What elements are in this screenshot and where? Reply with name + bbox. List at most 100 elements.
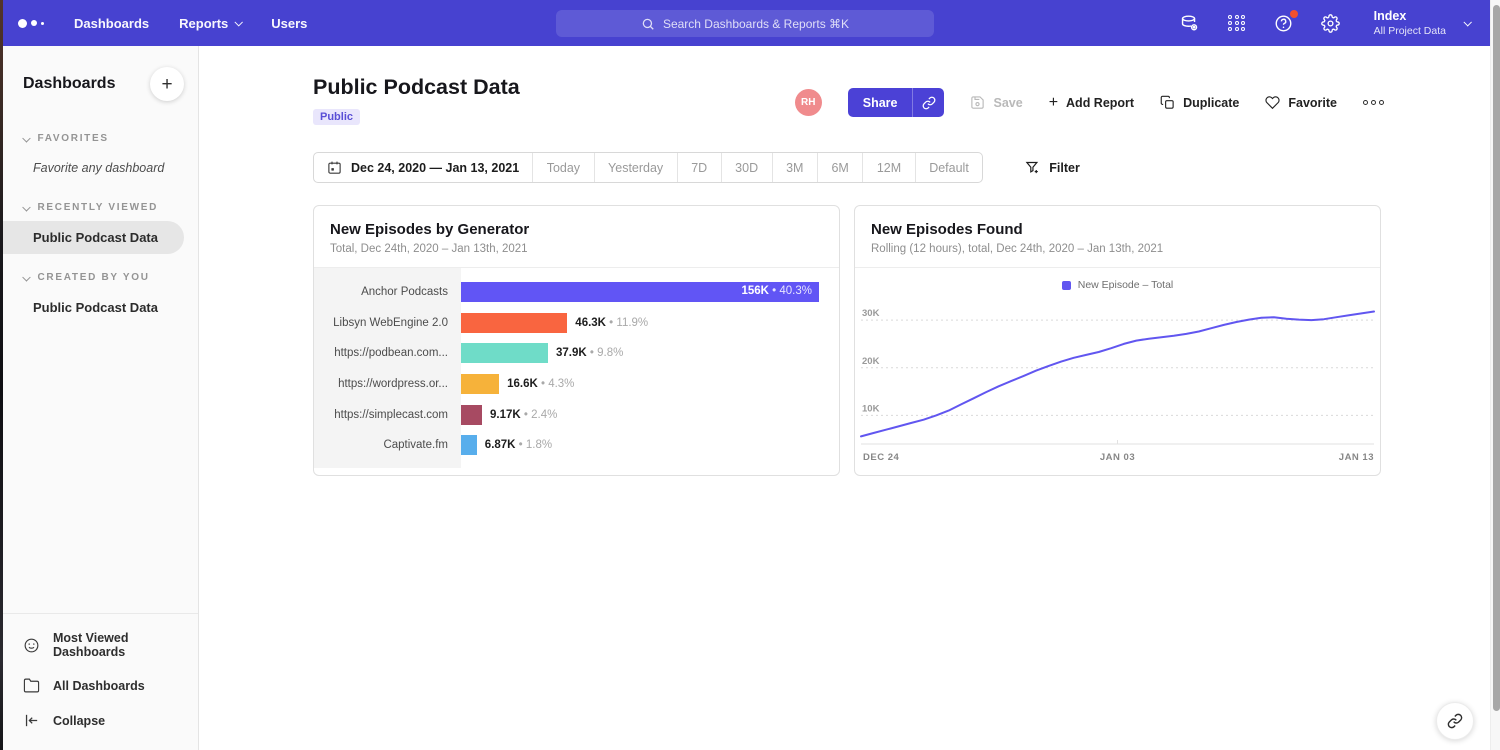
search-icon bbox=[641, 17, 655, 31]
public-badge: Public bbox=[313, 109, 360, 125]
line-chart-card: New Episodes Found Rolling (12 hours), t… bbox=[854, 205, 1381, 476]
chart-legend: New Episode – Total bbox=[859, 274, 1376, 296]
avatar[interactable]: RH bbox=[795, 89, 822, 116]
bar-value-label: 156K • 40.3% bbox=[741, 285, 812, 297]
date-preset-12m[interactable]: 12M bbox=[862, 153, 914, 182]
save-button[interactable]: Save bbox=[970, 95, 1022, 110]
new-dashboard-button[interactable]: + bbox=[150, 67, 184, 101]
share-button[interactable]: Share bbox=[848, 88, 914, 117]
favorites-empty-hint: Favorite any dashboard bbox=[3, 152, 198, 184]
more-options-button[interactable] bbox=[1363, 100, 1384, 105]
svg-text:20K: 20K bbox=[862, 356, 880, 367]
chevron-down-icon bbox=[23, 134, 31, 142]
duplicate-button[interactable]: Duplicate bbox=[1160, 95, 1239, 110]
apps-grid-icon[interactable] bbox=[1227, 13, 1247, 33]
smiley-icon bbox=[23, 637, 40, 654]
svg-text:10K: 10K bbox=[862, 403, 880, 414]
section-created-by-you[interactable]: CREATED BY YOU bbox=[3, 264, 198, 291]
nav-item-users[interactable]: Users bbox=[271, 16, 307, 31]
bar-value-label: 16.6K • 4.3% bbox=[507, 378, 574, 390]
footer-item-label: Most Viewed Dashboards bbox=[53, 631, 178, 659]
bar[interactable] bbox=[461, 343, 548, 363]
plus-icon: + bbox=[1049, 94, 1058, 112]
favorite-label: Favorite bbox=[1288, 96, 1337, 110]
save-icon bbox=[970, 95, 985, 110]
nav-item-label: Dashboards bbox=[74, 16, 149, 31]
date-range-button[interactable]: Dec 24, 2020 — Jan 13, 2021 bbox=[314, 153, 532, 182]
sidebar: Dashboards + FAVORITES Favorite any dash… bbox=[0, 46, 199, 750]
window-edge bbox=[0, 0, 3, 750]
folder-icon bbox=[23, 677, 40, 694]
copy-icon bbox=[1160, 95, 1175, 110]
link-icon bbox=[922, 96, 936, 110]
save-label: Save bbox=[993, 96, 1022, 110]
date-range-control: Dec 24, 2020 — Jan 13, 2021 TodayYesterd… bbox=[313, 152, 983, 183]
bar[interactable] bbox=[461, 435, 477, 455]
footer-item-label: Collapse bbox=[53, 714, 105, 728]
bar-row[interactable]: 16.6K • 4.3% bbox=[461, 369, 839, 400]
bar-row[interactable]: 156K • 40.3% bbox=[461, 277, 839, 308]
nav-item-dashboards[interactable]: Dashboards bbox=[74, 16, 149, 31]
date-preset-yesterday[interactable]: Yesterday bbox=[594, 153, 677, 182]
project-selector[interactable]: Index All Project Data bbox=[1374, 9, 1470, 37]
collapse-sidebar-button[interactable]: Collapse bbox=[3, 703, 198, 738]
bar[interactable] bbox=[461, 405, 482, 425]
filter-button[interactable]: Filter bbox=[1025, 160, 1080, 175]
share-split-button: Share bbox=[848, 88, 945, 117]
share-link-button[interactable] bbox=[913, 88, 944, 117]
chevron-down-icon bbox=[23, 203, 31, 211]
chart-title: New Episodes by Generator bbox=[330, 221, 823, 238]
sidebar-item-public-podcast-data[interactable]: Public Podcast Data bbox=[3, 291, 198, 324]
more-dots-icon bbox=[1363, 100, 1384, 105]
sidebar-title: Dashboards bbox=[23, 75, 115, 93]
date-preset-3m[interactable]: 3M bbox=[772, 153, 817, 182]
svg-text:30K: 30K bbox=[862, 308, 880, 319]
chevron-down-icon bbox=[23, 273, 31, 281]
date-preset-6m[interactable]: 6M bbox=[817, 153, 862, 182]
bar-row[interactable]: 6.87K • 1.8% bbox=[461, 430, 839, 461]
date-preset-30d[interactable]: 30D bbox=[721, 153, 772, 182]
scrollbar-thumb[interactable] bbox=[1493, 5, 1500, 711]
section-favorites[interactable]: FAVORITES bbox=[3, 125, 198, 152]
nav-item-label: Users bbox=[271, 16, 307, 31]
bar[interactable] bbox=[461, 374, 499, 394]
page-title: Public Podcast Data bbox=[313, 75, 520, 100]
bar-row[interactable]: 9.17K • 2.4% bbox=[461, 399, 839, 430]
legend-swatch bbox=[1062, 281, 1071, 290]
calendar-icon bbox=[327, 160, 342, 175]
search-placeholder: Search Dashboards & Reports ⌘K bbox=[663, 17, 849, 31]
all-dashboards-button[interactable]: All Dashboards bbox=[3, 668, 198, 703]
bar-row[interactable]: 37.9K • 9.8% bbox=[461, 338, 839, 369]
footer-item-label: All Dashboards bbox=[53, 679, 145, 693]
bar[interactable] bbox=[461, 313, 567, 333]
bar-row[interactable]: 46.3K • 11.9% bbox=[461, 308, 839, 339]
favorite-button[interactable]: Favorite bbox=[1265, 95, 1337, 110]
chart-subtitle: Rolling (12 hours), total, Dec 24th, 202… bbox=[871, 243, 1364, 255]
data-sources-icon[interactable] bbox=[1180, 13, 1200, 33]
bar-category-label: https://simplecast.com bbox=[314, 399, 461, 430]
date-range-label: Dec 24, 2020 — Jan 13, 2021 bbox=[351, 161, 519, 175]
most-viewed-dashboards-button[interactable]: Most Viewed Dashboards bbox=[3, 622, 198, 668]
search-input[interactable]: Search Dashboards & Reports ⌘K bbox=[556, 10, 934, 37]
sidebar-footer: Most Viewed Dashboards All Dashboards Co… bbox=[3, 613, 198, 750]
settings-gear-icon[interactable] bbox=[1321, 13, 1341, 33]
date-preset-default[interactable]: Default bbox=[915, 153, 983, 182]
add-report-button[interactable]: + Add Report bbox=[1049, 94, 1134, 112]
bar-category-label: Libsyn WebEngine 2.0 bbox=[314, 308, 461, 339]
date-presets: TodayYesterday7D30D3M6M12MDefault bbox=[532, 153, 982, 182]
help-icon[interactable] bbox=[1274, 13, 1294, 33]
bar[interactable]: 156K • 40.3% bbox=[461, 282, 819, 302]
bar-chart-card: New Episodes by Generator Total, Dec 24t… bbox=[313, 205, 840, 476]
link-icon bbox=[1447, 713, 1463, 729]
date-preset-7d[interactable]: 7D bbox=[677, 153, 721, 182]
section-recently-viewed[interactable]: RECENTLY VIEWED bbox=[3, 194, 198, 221]
filter-label: Filter bbox=[1049, 161, 1080, 175]
date-preset-today[interactable]: Today bbox=[532, 153, 593, 182]
sidebar-item-public-podcast-data[interactable]: Public Podcast Data bbox=[3, 221, 184, 254]
bar-chart-labels: Anchor PodcastsLibsyn WebEngine 2.0https… bbox=[314, 268, 461, 468]
heart-icon bbox=[1265, 95, 1280, 110]
link-fab-button[interactable] bbox=[1436, 702, 1474, 740]
nav-item-reports[interactable]: Reports bbox=[179, 16, 241, 31]
top-nav: Dashboards Reports Users Search Dashboar… bbox=[0, 0, 1490, 46]
main-content: Public Podcast Data Public RH Share bbox=[199, 46, 1490, 750]
